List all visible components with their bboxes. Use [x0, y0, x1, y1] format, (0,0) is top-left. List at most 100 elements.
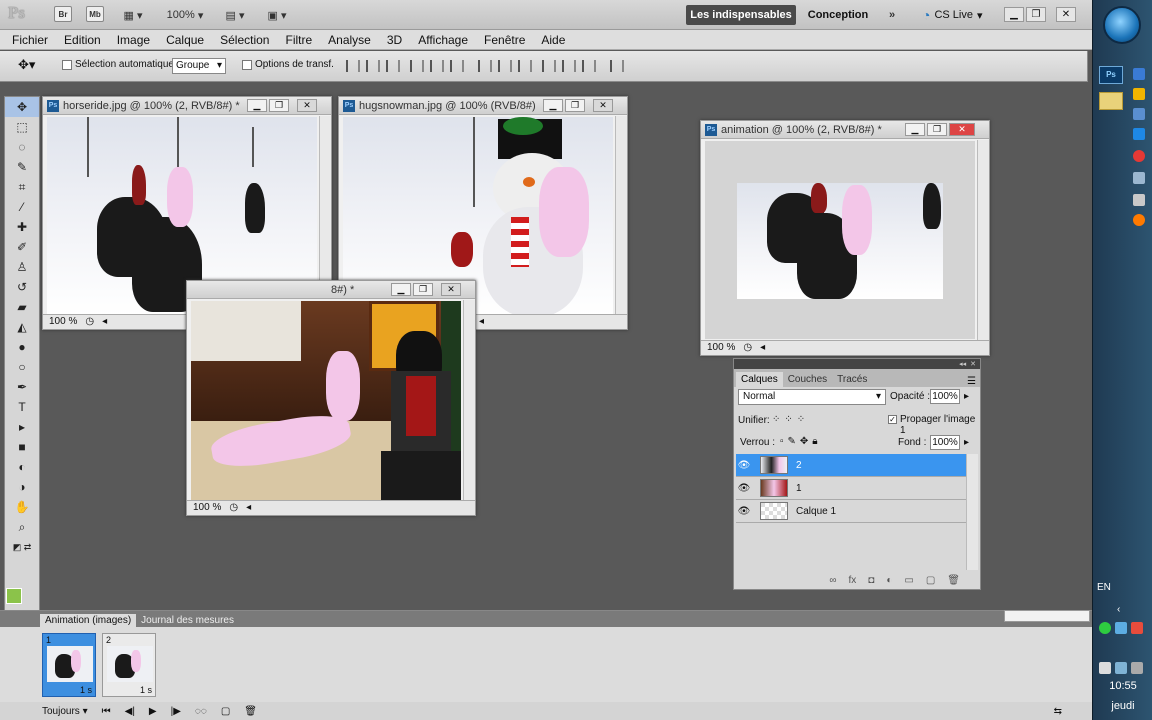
- move-tool-icon[interactable]: ✥: [5, 97, 39, 117]
- eye-icon[interactable]: 👁︎: [736, 460, 752, 471]
- distribute-hcenter-icon[interactable]: [562, 60, 576, 72]
- fill-slider-icon[interactable]: ▸: [964, 437, 969, 448]
- panel-menu-icon[interactable]: ☰: [967, 376, 976, 387]
- swap-colors-icon[interactable]: ◩ ⇄: [5, 537, 39, 557]
- menu-image[interactable]: Image: [109, 33, 158, 47]
- menu-3d[interactable]: 3D: [379, 33, 410, 47]
- loop-options-dropdown[interactable]: Toujours ▾: [42, 706, 88, 717]
- layer-row[interactable]: 👁︎ Calque 1: [736, 500, 966, 523]
- menu-select[interactable]: Sélection: [212, 33, 277, 47]
- eraser-tool-icon[interactable]: ▰: [5, 297, 39, 317]
- restore-icon[interactable]: ❐: [927, 123, 947, 136]
- layers-scrollbar[interactable]: [966, 454, 978, 570]
- close-icon[interactable]: ✕: [593, 99, 613, 112]
- duplicate-frame-icon[interactable]: ▢: [221, 706, 230, 717]
- eye-icon[interactable]: 👁︎: [736, 483, 752, 494]
- distribute-left-icon[interactable]: [542, 60, 556, 72]
- mini-bridge-button[interactable]: Mb: [86, 6, 104, 22]
- opacity-input[interactable]: 100%: [930, 389, 960, 404]
- app-icon[interactable]: [1133, 194, 1145, 206]
- restore-icon[interactable]: ❐: [413, 283, 433, 296]
- new-layer-icon[interactable]: ▢: [926, 575, 935, 586]
- auto-select-dropdown[interactable]: Groupe ▾: [172, 58, 226, 74]
- tab-paths[interactable]: Tracés: [832, 372, 872, 387]
- align-left-icon[interactable]: [410, 60, 424, 72]
- view-extras-button[interactable]: ▦ ▾: [118, 6, 148, 24]
- layer-style-icon[interactable]: fx: [849, 575, 857, 586]
- arrange-documents-button[interactable]: ▤ ▾: [220, 6, 250, 24]
- previous-frame-icon[interactable]: ◀|: [125, 706, 135, 717]
- tray-icon[interactable]: [1115, 622, 1127, 634]
- tween-icon[interactable]: ◌◌: [195, 706, 207, 717]
- distribute-right-icon[interactable]: [582, 60, 596, 72]
- language-indicator[interactable]: EN: [1097, 582, 1111, 593]
- tray-icon[interactable]: [1131, 622, 1143, 634]
- fill-input[interactable]: 100%: [930, 435, 960, 450]
- auto-select-checkbox[interactable]: [62, 60, 72, 70]
- new-group-icon[interactable]: ▭: [904, 575, 913, 586]
- firefox-icon[interactable]: [1133, 214, 1145, 226]
- zoom-level-dropdown[interactable]: 100% ▾: [162, 6, 208, 24]
- align-vcenter-icon[interactable]: [366, 60, 380, 72]
- clock-day[interactable]: jeudi: [1093, 700, 1152, 712]
- cs-live-button[interactable]: ◔ CS Live ▾: [922, 5, 983, 25]
- pen-tool-icon[interactable]: ✒: [5, 377, 39, 397]
- minimize-icon[interactable]: ▁: [1004, 7, 1024, 22]
- lasso-tool-icon[interactable]: ◌: [5, 137, 39, 157]
- document-window-animation[interactable]: Ps animation @ 100% (2, RVB/8#) * ▁ ❐ ✕ 1…: [700, 120, 990, 356]
- scroll-left-icon[interactable]: ◂: [479, 315, 484, 329]
- scroll-left-icon[interactable]: ◂: [246, 501, 251, 515]
- scroll-left-icon[interactable]: ◂: [102, 315, 107, 329]
- animation-frame[interactable]: 1 1 s: [42, 633, 96, 697]
- close-icon[interactable]: ✕: [1056, 7, 1076, 22]
- app-icon[interactable]: [1133, 108, 1145, 120]
- app-icon[interactable]: [1133, 68, 1145, 80]
- paint-bucket-tool-icon[interactable]: ◭: [5, 317, 39, 337]
- tray-icon[interactable]: [1099, 662, 1111, 674]
- path-select-tool-icon[interactable]: ▸: [5, 417, 39, 437]
- tab-channels[interactable]: Couches: [783, 372, 832, 387]
- tray-icon[interactable]: [1099, 622, 1111, 634]
- app-icon[interactable]: [1133, 88, 1145, 100]
- menu-analysis[interactable]: Analyse: [320, 33, 379, 47]
- align-right-icon[interactable]: [450, 60, 464, 72]
- vertical-scrollbar[interactable]: [463, 300, 475, 500]
- restore-icon[interactable]: ❐: [269, 99, 289, 112]
- screen-mode-button[interactable]: ▣ ▾: [262, 6, 292, 24]
- minimize-icon[interactable]: ▁: [905, 123, 925, 136]
- healing-brush-tool-icon[interactable]: ✚: [5, 217, 39, 237]
- browser-icon[interactable]: [1133, 128, 1145, 140]
- document-window-party[interactable]: 8#) * ▁ ❐ ✕ 100 % ◷ ◂: [186, 280, 476, 516]
- move-tool-preset-icon[interactable]: ✥▾: [18, 57, 35, 73]
- lock-icons[interactable]: ▫✎✥🔒︎: [780, 436, 822, 447]
- eye-icon[interactable]: 👁︎: [736, 506, 752, 517]
- blend-mode-dropdown[interactable]: Normal ▾: [738, 389, 886, 405]
- unify-icons[interactable]: ⁘⁘⁘: [772, 414, 809, 425]
- adjustment-layer-icon[interactable]: ◐: [886, 575, 892, 586]
- history-brush-tool-icon[interactable]: ↺: [5, 277, 39, 297]
- next-frame-icon[interactable]: |▶: [171, 706, 181, 717]
- delete-frame-icon[interactable]: 🗑︎: [244, 706, 257, 717]
- menu-file[interactable]: Fichier: [4, 33, 56, 47]
- marquee-tool-icon[interactable]: ⬚: [5, 117, 39, 137]
- tab-measurement-log[interactable]: Journal des mesures: [136, 614, 239, 627]
- dodge-tool-icon[interactable]: ○: [5, 357, 39, 377]
- auto-align-icon[interactable]: [610, 60, 624, 72]
- quick-select-tool-icon[interactable]: ✎: [5, 157, 39, 177]
- distribute-bottom-icon[interactable]: [518, 60, 532, 72]
- show-hidden-icons-icon[interactable]: ‹: [1117, 604, 1120, 615]
- restore-icon[interactable]: ❐: [1026, 7, 1046, 22]
- workspace-essentials-button[interactable]: Les indispensables: [686, 5, 796, 25]
- app-icon[interactable]: [1133, 172, 1145, 184]
- tab-animation-frames[interactable]: Animation (images): [40, 614, 137, 627]
- bridge-button[interactable]: Br: [54, 6, 72, 22]
- opacity-slider-icon[interactable]: ▸: [964, 391, 969, 402]
- clone-stamp-tool-icon[interactable]: ♙: [5, 257, 39, 277]
- play-icon[interactable]: ▶: [149, 706, 157, 717]
- menu-view[interactable]: Affichage: [410, 33, 476, 47]
- add-mask-icon[interactable]: ◘: [868, 575, 874, 586]
- hand-tool-icon[interactable]: ✋: [5, 497, 39, 517]
- propagate-frame-checkbox[interactable]: ✓: [888, 415, 897, 424]
- app-icon[interactable]: [1133, 150, 1145, 162]
- distribute-vcenter-icon[interactable]: [498, 60, 512, 72]
